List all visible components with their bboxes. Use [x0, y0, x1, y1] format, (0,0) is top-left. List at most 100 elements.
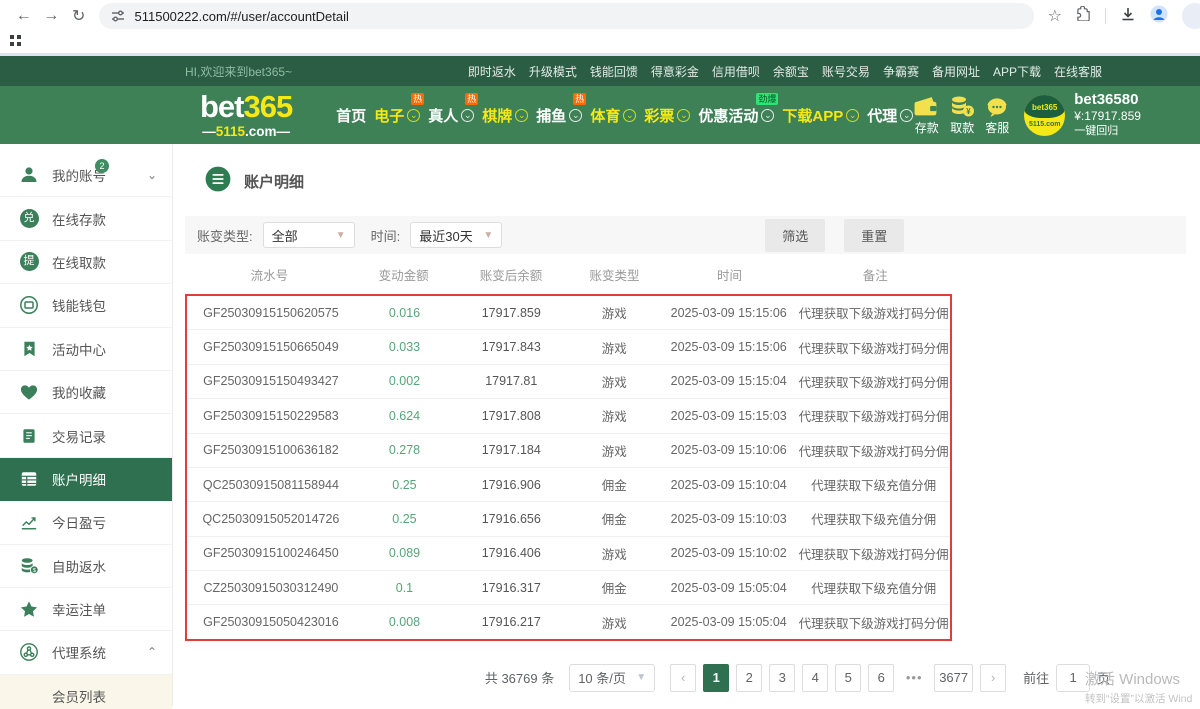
cell-time: 2025-03-09 15:05:04: [660, 571, 797, 605]
page-button-3[interactable]: 3: [769, 664, 795, 692]
sidebar-item-activity-center[interactable]: 活动中心: [0, 328, 172, 371]
topbar-link-contest[interactable]: 争霸赛: [883, 63, 919, 80]
page-button-1[interactable]: 1: [703, 664, 729, 692]
sidebar-item-label: 钱能钱包: [52, 295, 106, 315]
chevron-up-icon: ⌃: [147, 645, 157, 659]
watermark-line1: 激活 Windows: [1085, 668, 1200, 689]
page-title: 账户明细: [205, 166, 1200, 196]
sidebar-item-self-rebate[interactable]: $ 自助返水: [0, 545, 172, 588]
total-count: 共 36769 条: [485, 668, 554, 687]
topbar-link-upgrade[interactable]: 升级模式: [529, 63, 577, 80]
nav-item-sports[interactable]: 体育 ⌄: [590, 105, 636, 126]
cell-time: 2025-03-09 15:15:06: [660, 296, 797, 330]
forward-icon[interactable]: →: [38, 7, 66, 25]
topbar-link-account-trade[interactable]: 账号交易: [822, 63, 870, 80]
sidebar-item-my-account[interactable]: 我的账号 2 ⌄: [0, 154, 172, 197]
cell-balance: 17916.317: [454, 571, 568, 605]
withdraw-button[interactable]: ¥ 取款: [949, 95, 975, 136]
customer-service-label: 客服: [985, 121, 1009, 135]
nav-item-promotions[interactable]: 劲爆 优惠活动 ⌄: [698, 105, 774, 126]
cell-type: 佣金: [568, 502, 660, 536]
page-button-last[interactable]: 3677: [934, 664, 973, 692]
page-button-2[interactable]: 2: [736, 664, 762, 692]
back-icon[interactable]: ←: [10, 7, 38, 25]
next-page-button[interactable]: ›: [980, 664, 1006, 692]
page-button-5[interactable]: 5: [835, 664, 861, 692]
download-icon[interactable]: [1120, 6, 1136, 27]
cell-serial: QC25030915081158944: [187, 467, 355, 501]
sidebar-item-label: 代理系统: [52, 642, 106, 662]
topbar-link-yuebao[interactable]: 余额宝: [773, 63, 809, 80]
pagination: 共 36769 条 10 条/页 ▼ ‹ 1 2 3 4 5 6 ••• 367…: [290, 664, 1200, 692]
page-button-4[interactable]: 4: [802, 664, 828, 692]
sidebar-item-wallet[interactable]: 钱能钱包: [0, 284, 172, 327]
lucky-star-icon: [18, 600, 40, 619]
account-logo-badge[interactable]: bet365 5115.com: [1024, 95, 1065, 136]
cell-serial: QC25030915052014726: [187, 502, 355, 536]
nav-item-live[interactable]: 热 真人 ⌄: [428, 105, 474, 126]
topbar-link-backup-url[interactable]: 备用网址: [932, 63, 980, 80]
cell-balance: 17917.859: [454, 296, 568, 330]
filter-bar: 账变类型: 全部 ▼ 时间: 最近30天 ▼ 筛选 重置: [185, 216, 1186, 254]
site-logo[interactable]: bet365 —5115.com—: [200, 91, 292, 139]
topbar-link-rebate[interactable]: 即时返水: [468, 63, 516, 80]
deposit-label: 存款: [915, 121, 939, 135]
cell-balance: 17916.406: [454, 536, 568, 570]
cell-time: 2025-03-09 15:15:06: [660, 330, 797, 364]
profile-avatar-icon[interactable]: [1150, 5, 1168, 28]
address-bar[interactable]: 511500222.com/#/user/accountDetail: [99, 3, 1034, 29]
cell-remark: 代理获取下级游戏打码分佣: [797, 364, 950, 398]
watermark-line2: 转到“设置”以激活 Wind: [1085, 691, 1200, 706]
apps-grid-icon[interactable]: [9, 34, 22, 52]
extensions-icon[interactable]: [1076, 6, 1091, 26]
notification-badge: 2: [95, 159, 109, 173]
sidebar-item-online-deposit[interactable]: 兑 在线存款: [0, 197, 172, 240]
nav-item-agent[interactable]: 代理 ⌄: [867, 105, 913, 126]
page-button-6[interactable]: 6: [868, 664, 894, 692]
sidebar-item-online-withdraw[interactable]: 提 在线取款: [0, 241, 172, 284]
more-pages-icon[interactable]: •••: [901, 664, 927, 692]
sidebar-item-favorites[interactable]: 我的收藏: [0, 371, 172, 414]
sidebar-item-agent-system[interactable]: 代理系统 ⌃: [0, 631, 172, 674]
time-filter-select[interactable]: 最近30天 ▼: [410, 222, 502, 248]
cell-balance: 17916.656: [454, 502, 568, 536]
browser-menu[interactable]: [1182, 3, 1200, 29]
cell-balance: 17917.81: [454, 364, 568, 398]
sidebar-item-today-profit[interactable]: 今日盈亏: [0, 501, 172, 544]
customer-service-icon: [984, 95, 1010, 118]
page-size-select[interactable]: 10 条/页 ▼: [569, 664, 655, 692]
one-key-recall-link[interactable]: 一键回归: [1074, 124, 1141, 139]
cell-balance: 17916.906: [454, 467, 568, 501]
table-row: CZ25030915030312490 0.1 17916.317 佣金 202…: [187, 571, 950, 605]
topbar-link-bonus[interactable]: 得意彩金: [651, 63, 699, 80]
reload-icon[interactable]: ↻: [65, 6, 93, 26]
nav-item-fishing[interactable]: 热 捕鱼 ⌄: [536, 105, 582, 126]
type-filter-label: 账变类型:: [197, 226, 253, 245]
reset-button[interactable]: 重置: [844, 219, 904, 252]
cell-type: 游戏: [568, 364, 660, 398]
chevron-down-icon: ⌄: [461, 109, 474, 122]
nav-item-slots[interactable]: 热 电子 ⌄: [374, 105, 420, 126]
nav-item-download-app[interactable]: 下载APP ⌄: [782, 105, 859, 126]
prev-page-button[interactable]: ‹: [670, 664, 696, 692]
type-filter-select[interactable]: 全部 ▼: [263, 222, 355, 248]
site-settings-icon[interactable]: [111, 9, 125, 23]
topbar-link-online-service[interactable]: 在线客服: [1054, 63, 1102, 80]
filter-button[interactable]: 筛选: [765, 219, 825, 252]
deposit-button[interactable]: 存款: [913, 95, 940, 136]
nav-item-chess[interactable]: 棋牌 ⌄: [482, 105, 528, 126]
nav-item-home[interactable]: 首页: [336, 105, 366, 126]
cell-serial: GF25030915150493427: [187, 364, 355, 398]
bookmark-star-icon[interactable]: ☆: [1048, 6, 1062, 26]
sidebar-item-lucky-bets[interactable]: 幸运注单: [0, 588, 172, 631]
nav-item-lottery[interactable]: 彩票 ⌄: [644, 105, 690, 126]
topbar-link-qianneng[interactable]: 钱能回馈: [590, 63, 638, 80]
cell-amount: 0.25: [355, 467, 454, 501]
customer-service-button[interactable]: 客服: [984, 95, 1010, 136]
sidebar-item-transactions[interactable]: 交易记录: [0, 414, 172, 457]
sidebar-item-account-detail[interactable]: 账户明细: [0, 458, 172, 501]
topbar-link-credit[interactable]: 信用借呗: [712, 63, 760, 80]
sidebar-item-member-list[interactable]: 会员列表: [0, 675, 172, 709]
cell-time: 2025-03-09 15:15:03: [660, 399, 797, 433]
topbar-link-app-download[interactable]: APP下载: [993, 63, 1041, 80]
